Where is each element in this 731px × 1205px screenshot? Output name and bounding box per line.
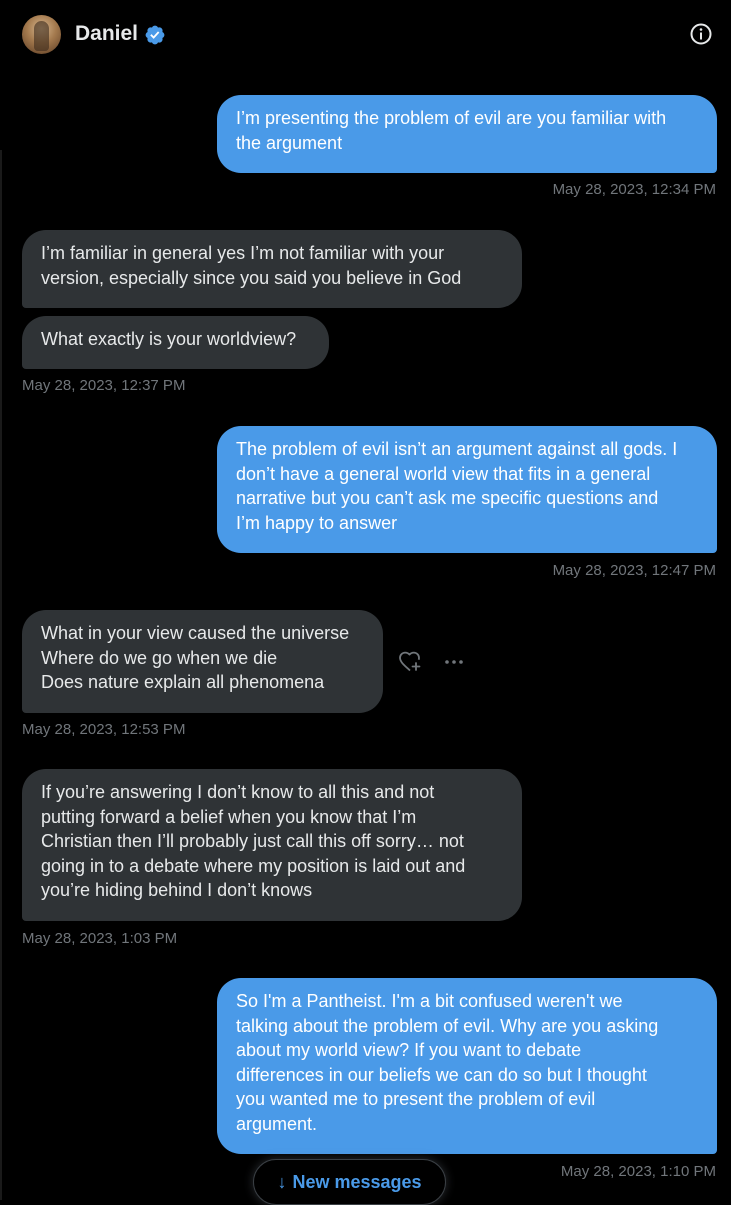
avatar[interactable] [22,15,61,54]
message-timestamp: May 28, 2023, 1:03 PM [22,930,178,947]
message-bubble-received[interactable]: I’m familiar in general yes I’m not fami… [22,230,522,308]
message-bubble-sent[interactable]: So I'm a Pantheist. I'm a bit confused w… [217,978,717,1154]
message-bubble-received[interactable]: If you’re answering I don’t know to all … [22,769,522,921]
heart-plus-icon[interactable] [398,650,422,674]
verified-badge-icon [145,25,165,45]
divider [0,150,2,1200]
new-messages-label: New messages [292,1171,422,1192]
more-icon[interactable] [442,650,466,674]
message-timestamp: May 28, 2023, 12:53 PM [22,721,186,738]
conversation-header: Daniel [0,0,731,70]
message-bubble-sent[interactable]: I’m presenting the problem of evil are y… [217,95,717,173]
message-bubble-received[interactable]: What exactly is your worldview? [22,316,329,369]
info-icon[interactable] [689,22,713,46]
arrow-down-icon: ↓ [277,1171,287,1192]
message-bubble-sent[interactable]: The problem of evil isn’t an argument ag… [217,426,717,553]
new-messages-button[interactable]: ↓ New messages [253,1159,446,1205]
message-timestamp: May 28, 2023, 12:47 PM [552,562,716,579]
contact-name[interactable]: Daniel [75,22,138,46]
message-timestamp: May 28, 2023, 12:34 PM [552,181,716,198]
message-timestamp: May 28, 2023, 12:37 PM [22,377,186,394]
message-timestamp: May 28, 2023, 1:10 PM [560,1163,716,1180]
message-bubble-received[interactable]: What in your view caused the universe Wh… [22,610,383,713]
